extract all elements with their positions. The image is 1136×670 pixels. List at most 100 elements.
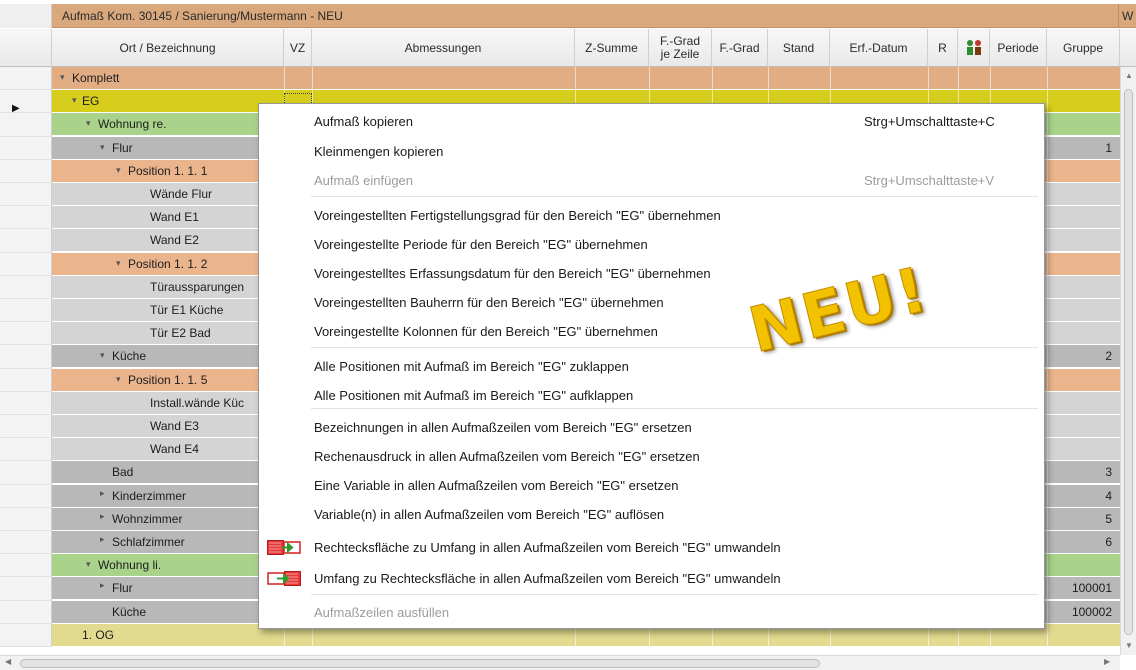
cell-divider xyxy=(1047,507,1048,531)
column-header-label: Periode xyxy=(997,40,1039,55)
row-selector[interactable] xyxy=(0,159,52,183)
expand-arrow-icon[interactable]: ▸ xyxy=(100,580,105,591)
vertical-scrollbar[interactable]: ▲ ▼ xyxy=(1120,67,1136,655)
row-selector[interactable] xyxy=(0,391,52,415)
row-label: Flur xyxy=(112,140,133,155)
menu-item[interactable]: Alle Positionen mit Aufmaß im Bereich "E… xyxy=(259,381,1044,410)
column-header-zsum[interactable]: Z-Summe xyxy=(575,29,649,67)
cell-divider xyxy=(1047,368,1048,392)
row-label: Bad xyxy=(112,465,134,480)
collapse-arrow-icon[interactable]: ▾ xyxy=(86,118,91,129)
collapse-arrow-icon[interactable]: ▾ xyxy=(60,72,65,83)
row-label: Wand E3 xyxy=(150,419,199,433)
vz-cell-editor[interactable] xyxy=(284,93,312,103)
column-header-erf[interactable]: Erf.-Datum xyxy=(830,29,928,67)
collapse-arrow-icon[interactable]: ▾ xyxy=(116,374,121,385)
row-selector[interactable] xyxy=(0,90,52,114)
menu-item[interactable]: Umfang zu Rechtecksfläche in allen Aufma… xyxy=(259,564,1044,593)
row-selector[interactable] xyxy=(0,322,52,346)
menu-item[interactable]: Voreingestellte Periode für den Bereich … xyxy=(259,230,1044,259)
menu-item[interactable]: Voreingestellten Fertigstellungsgrad für… xyxy=(259,201,1044,230)
expand-arrow-icon[interactable]: ▸ xyxy=(100,488,105,499)
scroll-left-icon[interactable]: ◀ xyxy=(5,657,11,666)
collapse-arrow-icon[interactable]: ▾ xyxy=(100,350,105,361)
row-selector[interactable] xyxy=(0,136,52,160)
row-label: Türaussparungen xyxy=(150,279,245,294)
row-selector[interactable] xyxy=(0,623,52,647)
row-selector[interactable] xyxy=(0,461,52,485)
column-header-icon[interactable] xyxy=(958,29,990,67)
cell-divider xyxy=(1047,113,1048,137)
row-selector[interactable] xyxy=(0,345,52,369)
cell-divider xyxy=(830,67,831,90)
scroll-up-icon[interactable]: ▲ xyxy=(1125,71,1133,80)
row-selector[interactable] xyxy=(0,368,52,392)
menu-item-label: Eine Variable in allen Aufmaßzeilen vom … xyxy=(314,478,679,493)
column-header-ort[interactable]: Ort / Bezeichnung xyxy=(52,29,284,67)
collapse-arrow-icon[interactable]: ▾ xyxy=(72,95,77,106)
cell-divider xyxy=(1047,229,1048,253)
column-header-fgz[interactable]: F.-Grad je Zeile xyxy=(649,29,712,67)
column-header-periode[interactable]: Periode xyxy=(990,29,1047,67)
column-header-vz[interactable]: VZ xyxy=(284,29,312,67)
menu-item-label: Rechenausdruck in allen Aufmaßzeilen vom… xyxy=(314,449,700,464)
column-header-label: F.-Grad xyxy=(719,40,760,55)
menu-item: Aufmaß einfügen Strg+Umschalttaste+V xyxy=(259,166,1044,195)
row-selector[interactable] xyxy=(0,206,52,230)
column-header-gruppe[interactable]: Gruppe xyxy=(1047,29,1120,67)
menu-item[interactable]: Eine Variable in allen Aufmaßzeilen vom … xyxy=(259,471,1044,500)
menu-item[interactable]: Aufmaß kopieren Strg+Umschalttaste+C xyxy=(259,107,1044,136)
column-header-fg[interactable]: F.-Grad xyxy=(712,29,768,67)
row-selector[interactable] xyxy=(0,67,52,91)
row-label: Wohnung re. xyxy=(98,117,167,132)
expand-arrow-icon[interactable]: ▸ xyxy=(100,511,105,522)
menu-item-label: Bezeichnungen in allen Aufmaßzeilen vom … xyxy=(314,420,692,435)
row-selector[interactable] xyxy=(0,415,52,439)
column-header-abm[interactable]: Abmessungen xyxy=(312,29,575,67)
row-label: Tür E2 Bad xyxy=(150,326,211,341)
cell-divider xyxy=(1047,299,1048,322)
menu-item[interactable]: Voreingestelltes Erfassungsdatum für den… xyxy=(259,259,1044,288)
cell-divider xyxy=(1047,623,1048,647)
row-selector[interactable] xyxy=(0,554,52,578)
row-selector[interactable] xyxy=(0,252,52,276)
cell-divider xyxy=(928,67,929,90)
row-selector[interactable] xyxy=(0,577,52,601)
row-selector[interactable] xyxy=(0,183,52,207)
table-row[interactable]: ▾ Komplett xyxy=(52,67,1120,90)
menu-item[interactable]: Kleinmengen kopieren xyxy=(259,137,1044,166)
scroll-down-icon[interactable]: ▼ xyxy=(1125,641,1133,650)
column-header-label: R xyxy=(938,40,947,55)
row-selector[interactable] xyxy=(0,113,52,137)
expand-arrow-icon[interactable]: ▸ xyxy=(100,534,105,545)
collapse-arrow-icon[interactable]: ▾ xyxy=(86,559,91,570)
row-label: Wohnung li. xyxy=(98,558,162,573)
row-selector[interactable] xyxy=(0,531,52,555)
row-selector[interactable] xyxy=(0,275,52,299)
collapse-arrow-icon[interactable]: ▾ xyxy=(116,165,121,176)
row-selector[interactable] xyxy=(0,229,52,253)
row-selector[interactable] xyxy=(0,600,52,624)
vertical-scroll-thumb[interactable] xyxy=(1124,89,1133,635)
cell-divider xyxy=(1047,252,1048,276)
row-selector[interactable] xyxy=(0,438,52,462)
row-selector[interactable] xyxy=(0,484,52,508)
horizontal-scroll-thumb[interactable] xyxy=(20,659,820,668)
menu-item[interactable]: Rechenausdruck in allen Aufmaßzeilen vom… xyxy=(259,442,1044,471)
horizontal-scrollbar[interactable]: ◀ ▶ xyxy=(0,655,1120,670)
collapse-arrow-icon[interactable]: ▾ xyxy=(100,142,105,153)
cell-divider xyxy=(1047,322,1048,346)
row-label: EG xyxy=(82,94,100,109)
column-header-r[interactable]: R xyxy=(928,29,958,67)
menu-item[interactable]: Alle Positionen mit Aufmaß im Bereich "E… xyxy=(259,352,1044,381)
menu-item-label: Rechtecksfläche zu Umfang in allen Aufma… xyxy=(314,540,781,555)
menu-item[interactable]: Rechtecksfläche zu Umfang in allen Aufma… xyxy=(259,533,1044,562)
menu-item[interactable]: Variable(n) in allen Aufmaßzeilen vom Be… xyxy=(259,500,1044,529)
row-selector[interactable] xyxy=(0,507,52,531)
column-header-stand[interactable]: Stand xyxy=(768,29,830,67)
row-selector[interactable] xyxy=(0,299,52,323)
column-header-label: VZ xyxy=(289,40,306,55)
menu-item[interactable]: Bezeichnungen in allen Aufmaßzeilen vom … xyxy=(259,413,1044,442)
scroll-right-icon[interactable]: ▶ xyxy=(1104,657,1110,666)
collapse-arrow-icon[interactable]: ▾ xyxy=(116,258,121,269)
